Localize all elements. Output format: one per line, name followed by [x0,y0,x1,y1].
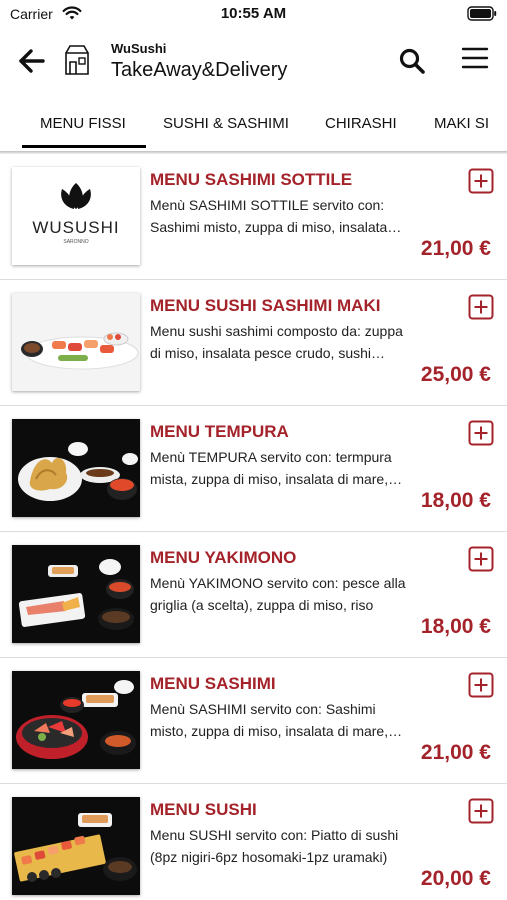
add-to-cart-icon[interactable] [468,798,494,824]
item-price: 21,00 € [420,741,491,764]
sushi-board-image [12,797,140,895]
list-item[interactable]: WUSUSHI SARONNO MENU SASHIMI SOTTILE Men… [0,154,507,280]
hamburger-menu-icon[interactable] [461,46,489,70]
app-subtitle: WuSushi [111,41,167,56]
list-item[interactable]: MENU TEMPURA Menù TEMPURA servito con: t… [0,406,507,532]
grilled-fish-plate-image [12,545,140,643]
item-title: MENU SUSHI SASHIMI MAKI [150,296,381,315]
item-title: MENU TEMPURA [150,422,289,441]
app-header: WuSushi TakeAway&Delivery [0,28,507,98]
menu-list: WUSUSHI SARONNO MENU SASHIMI SOTTILE Men… [0,154,507,900]
tab-chirashi[interactable]: CHIRASHI [325,115,397,132]
item-price: 21,00 € [420,237,491,260]
add-to-cart-icon[interactable] [468,168,494,194]
battery-icon [467,6,497,21]
tab-maki[interactable]: MAKI SI [434,115,489,132]
item-price: 18,00 € [420,489,491,512]
tab-menu-fissi[interactable]: MENU FISSI [40,115,126,132]
add-to-cart-icon[interactable] [468,546,494,572]
wusushi-logo-image: WUSUSHI SARONNO [12,167,140,265]
add-to-cart-icon[interactable] [468,294,494,320]
item-title: MENU YAKIMONO [150,548,297,567]
item-description: Menu sushi sashimi composto da: zuppa di… [150,323,403,361]
store-bag-icon [65,45,89,75]
item-description: Menù TEMPURA servito con: termpura mista… [150,449,392,487]
add-to-cart-icon[interactable] [468,672,494,698]
tab-sushi-sashimi[interactable]: SUSHI & SASHIMI [163,115,289,132]
item-description: Menù YAKIMONO servito con: pesce alla gr… [150,575,406,613]
sushi-sashimi-platter-image [12,293,140,391]
item-price: 18,00 € [420,615,491,638]
logo-brand-text: WUSUSHI [32,218,119,237]
logo-city-text: SARONNO [63,239,88,245]
status-bar: Carrier 10:55 AM [0,0,507,28]
add-to-cart-icon[interactable] [468,420,494,446]
search-icon[interactable] [398,47,426,75]
status-time: 10:55 AM [220,5,287,22]
item-price: 25,00 € [420,363,491,386]
item-title: MENU SUSHI [150,800,257,819]
back-arrow-icon[interactable] [18,48,46,74]
list-item[interactable]: MENU YAKIMONO Menù YAKIMONO servito con:… [0,532,507,658]
list-item[interactable]: MENU SUSHI SASHIMI MAKI Menu sushi sashi… [0,280,507,406]
tempura-plate-image [12,419,140,517]
item-title: MENU SASHIMI [150,674,276,693]
item-title: MENU SASHIMI SOTTILE [150,170,353,189]
app-title: TakeAway&Delivery [111,59,288,81]
list-item[interactable]: MENU SUSHI Menu SUSHI servito con: Piatt… [0,784,507,900]
item-price: 20,00 € [420,867,491,890]
category-tabs: MENU FISSI SUSHI & SASHIMI CHIRASHI MAKI… [0,98,507,152]
list-item[interactable]: MENU SASHIMI Menù SASHIMI servito con: S… [0,658,507,784]
item-description: Menù SASHIMI SOTTILE servito con: Sashim… [150,197,388,235]
active-tab-indicator [22,145,146,148]
item-description: Menù SASHIMI servito con: Sashimi misto,… [150,701,389,739]
item-description: Menu SUSHI servito con: Piatto di sushi … [150,827,399,865]
sashimi-bowl-image [12,671,140,769]
